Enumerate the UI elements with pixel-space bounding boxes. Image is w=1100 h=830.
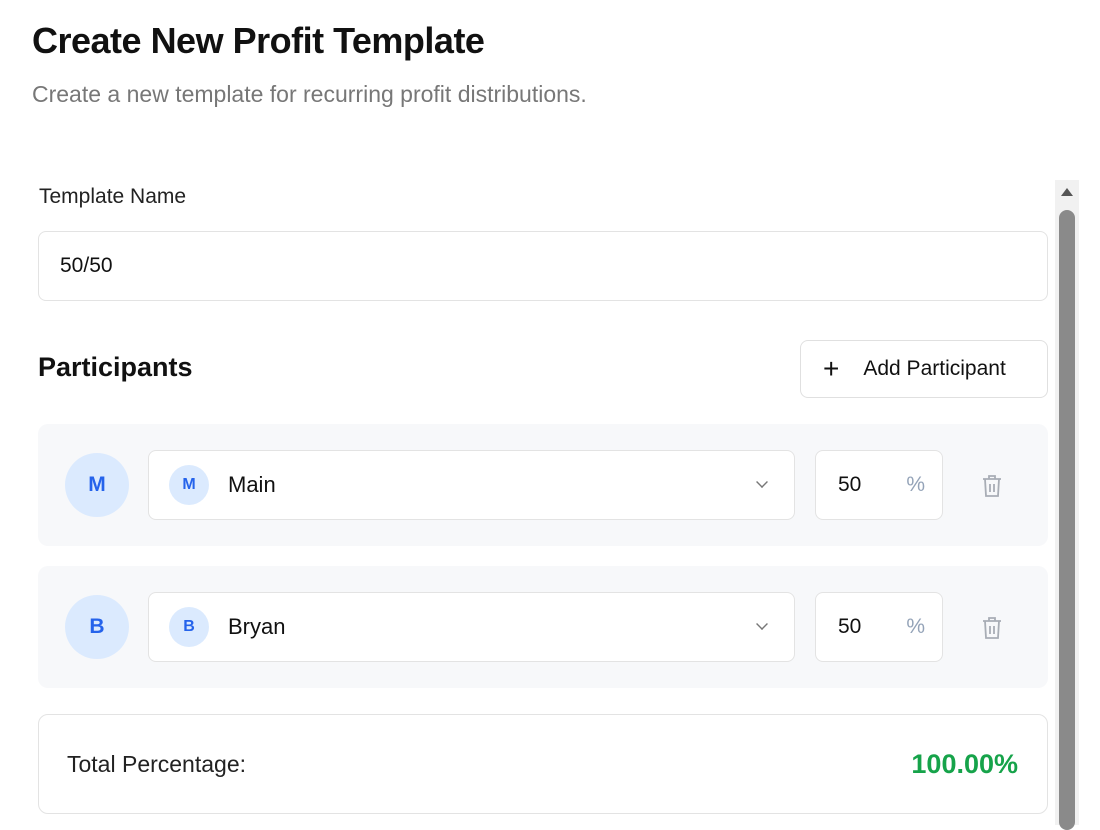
participant-select[interactable]: B Bryan xyxy=(148,592,795,662)
total-percentage-value: 100.00% xyxy=(911,748,1018,779)
percentage-value: 50 xyxy=(838,473,862,496)
option-avatar: M xyxy=(169,465,209,505)
add-participant-label: Add Participant xyxy=(863,357,1006,380)
participant-row: M M Main 50 % xyxy=(38,424,1048,546)
add-participant-button[interactable]: + Add Participant xyxy=(800,340,1048,398)
percent-sign: % xyxy=(906,473,925,496)
participant-select[interactable]: M Main xyxy=(148,450,795,520)
total-percentage-label: Total Percentage: xyxy=(67,750,247,777)
plus-icon: + xyxy=(823,353,840,384)
chevron-down-icon xyxy=(756,618,768,630)
template-name-input[interactable]: 50/50 xyxy=(38,231,1048,301)
scroll-up-arrow-icon[interactable] xyxy=(1061,188,1073,196)
percentage-value: 50 xyxy=(838,615,862,638)
chevron-down-icon xyxy=(756,476,768,488)
trash-icon[interactable] xyxy=(981,474,1003,498)
trash-icon[interactable] xyxy=(981,616,1003,640)
scrollbar-thumb[interactable] xyxy=(1059,210,1075,830)
participant-row: B B Bryan 50 % xyxy=(38,566,1048,688)
percentage-input[interactable]: 50 % xyxy=(815,592,943,662)
page-subtitle: Create a new template for recurring prof… xyxy=(32,81,587,107)
total-percentage-box: Total Percentage: 100.00% xyxy=(38,714,1048,814)
page-title: Create New Profit Template xyxy=(32,20,485,61)
avatar: M xyxy=(65,453,129,517)
scrollbar[interactable] xyxy=(1055,180,1079,830)
percent-sign: % xyxy=(906,615,925,638)
participant-name: Main xyxy=(228,472,276,497)
option-avatar: B xyxy=(169,607,209,647)
participant-name: Bryan xyxy=(228,614,286,639)
avatar: B xyxy=(65,595,129,659)
template-name-label: Template Name xyxy=(39,185,187,208)
participants-heading: Participants xyxy=(38,352,193,382)
percentage-input[interactable]: 50 % xyxy=(815,450,943,520)
